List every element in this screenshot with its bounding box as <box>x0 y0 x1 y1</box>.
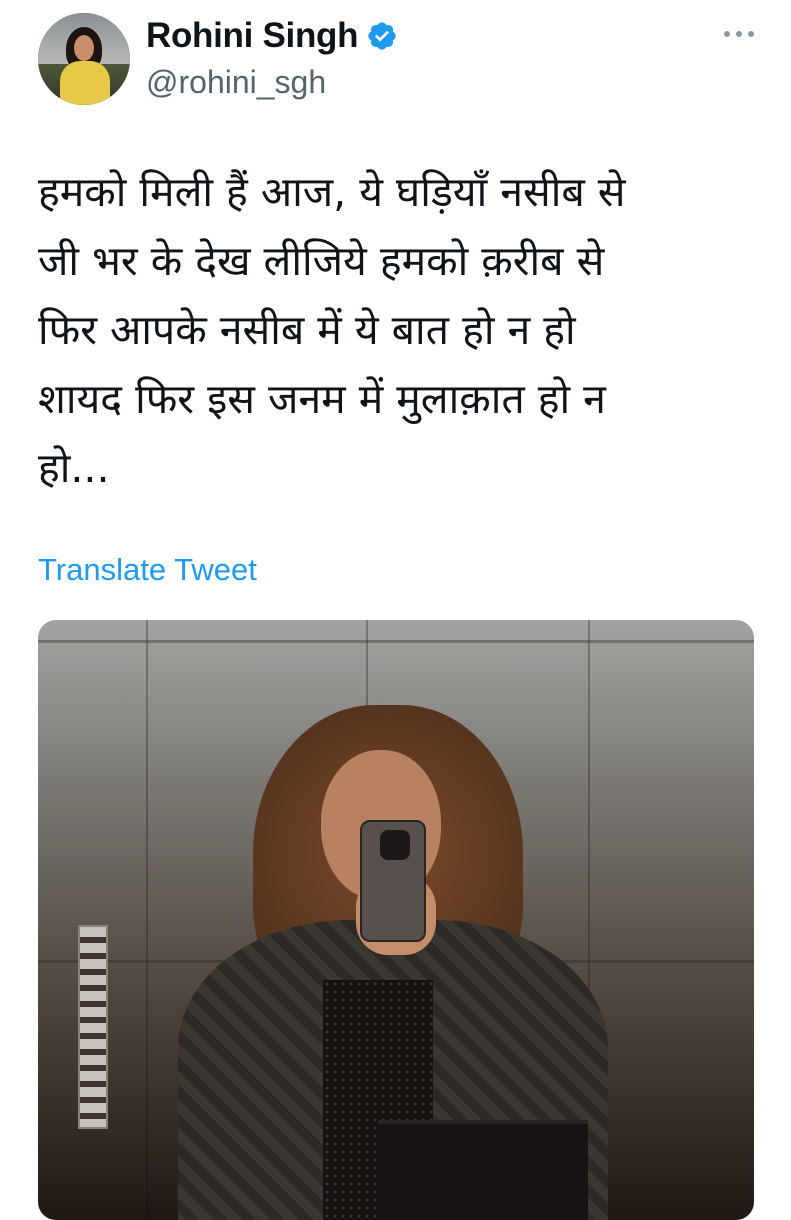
more-dot <box>748 31 754 37</box>
avatar-face <box>74 35 94 61</box>
author-display-name[interactable]: Rohini Singh <box>146 16 359 56</box>
camera-icon <box>380 830 410 860</box>
verified-badge-icon <box>366 20 398 52</box>
more-options-icon[interactable] <box>724 28 754 40</box>
elevator-panel-seam <box>38 640 754 643</box>
tweet-text-line: शायद फिर इस जनम में मुलाक़ात हो न <box>38 375 606 423</box>
tweet-photo[interactable] <box>38 620 754 1220</box>
avatar-dress <box>60 61 110 105</box>
phone-icon <box>360 820 426 942</box>
tweet-text-line: हमको मिली हैं आज, ये घड़ियाँ नसीब से <box>38 168 626 216</box>
tweet-text-line: जी भर के देख लीजिये हमको क़रीब से <box>38 237 605 285</box>
tweet-text: हमको मिली हैं आज, ये घड़ियाँ नसीब से जी … <box>38 158 758 503</box>
translate-tweet-link[interactable]: Translate Tweet <box>38 552 257 588</box>
handbag <box>378 1120 588 1220</box>
elevator-button-panel <box>78 925 108 1129</box>
author-avatar[interactable] <box>38 13 130 105</box>
elevator-wall-panel <box>588 620 754 1220</box>
author-handle[interactable]: @rohini_sgh <box>146 64 326 101</box>
more-dot <box>724 31 730 37</box>
tweet-text-line: हो... <box>38 444 110 492</box>
author-name-row[interactable]: Rohini Singh <box>146 14 398 58</box>
more-dot <box>736 31 742 37</box>
tweet-text-line: फिर आपके नसीब में ये बात हो न हो <box>38 306 576 354</box>
elevator-wall-panel <box>38 620 148 1220</box>
tweet-card: Rohini Singh @rohini_sgh हमको मिली हैं आ… <box>0 0 791 1220</box>
